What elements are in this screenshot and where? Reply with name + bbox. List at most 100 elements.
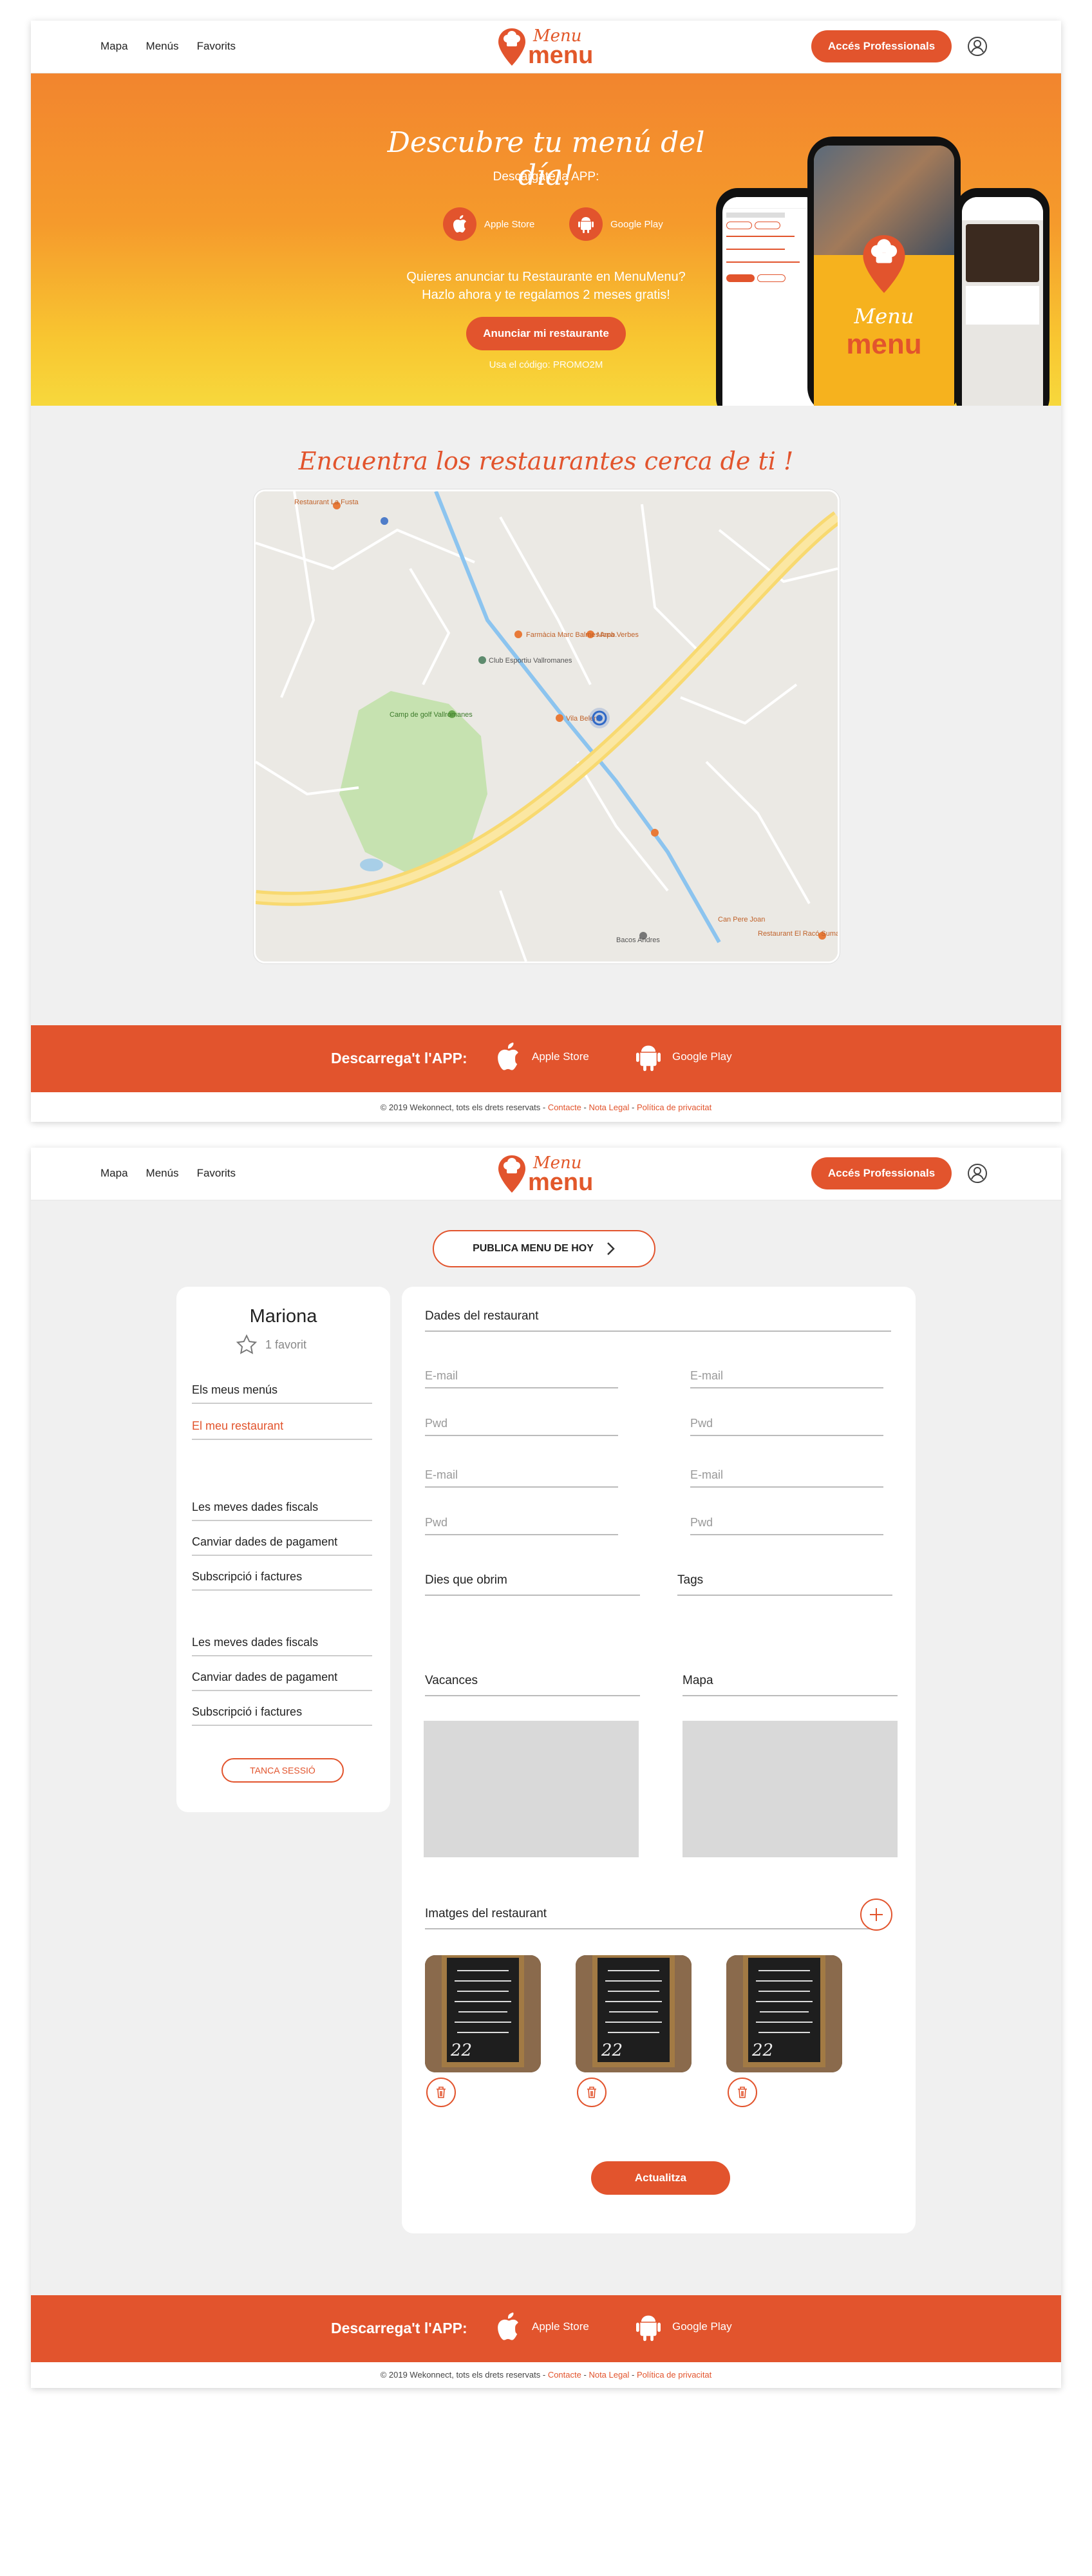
- user-name: Mariona: [249, 1306, 317, 1327]
- add-image-button[interactable]: [860, 1899, 892, 1931]
- pro-access-button[interactable]: Accés Professionals: [811, 30, 952, 62]
- menumenu-logo[interactable]: Menu menu: [497, 1151, 603, 1198]
- privacy-policy-link[interactable]: Política de privacitat: [637, 2370, 711, 2380]
- top-nav: Mapa Menús Favorits Menu menu Accés Prof…: [31, 1148, 1061, 1200]
- app-logo-bottom: menu: [846, 328, 922, 360]
- hero-google-play[interactable]: Google Play: [569, 207, 663, 241]
- vacations-calendar-placeholder[interactable]: [424, 1721, 639, 1857]
- contact-link[interactable]: Contacte: [548, 1103, 581, 1112]
- map-section: Encuentra los restaurantes cerca de ti !: [31, 406, 1061, 1025]
- pwd-field-2[interactable]: Pwd: [690, 1408, 883, 1436]
- svg-text:22: 22: [751, 2041, 773, 2060]
- home-page: Mapa Menús Favorits Menu menu Accés Prof…: [31, 21, 1061, 1122]
- phone-mockup-right: [956, 188, 1050, 406]
- privacy-policy-link[interactable]: Política de privacitat: [637, 1103, 711, 1112]
- app-download-footer: Descarrega't l'APP: Apple Store Google P…: [31, 1025, 1061, 1092]
- nav-menus[interactable]: Menús: [146, 40, 179, 53]
- sidebar-item-my-menus[interactable]: Els meus menús: [192, 1370, 372, 1404]
- nav-mapa[interactable]: Mapa: [100, 1167, 128, 1180]
- star-icon: [236, 1334, 258, 1354]
- delete-image-button-1[interactable]: [426, 2078, 456, 2107]
- favorites-count[interactable]: 1 favorit: [236, 1334, 306, 1355]
- trash-icon: [587, 2087, 596, 2098]
- pro-access-button[interactable]: Accés Professionals: [811, 1157, 952, 1189]
- user-icon[interactable]: [967, 1163, 988, 1184]
- opening-days-field[interactable]: Dies que obrim: [425, 1567, 640, 1596]
- apple-icon: [453, 215, 466, 232]
- legal-note-link[interactable]: Nota Legal: [588, 2370, 629, 2380]
- copyright-line: © 2019 Wekonnect, tots els drets reserva…: [380, 2370, 712, 2380]
- vacations-label: Vacances: [425, 1668, 640, 1696]
- menumenu-logo[interactable]: Menu menu: [497, 24, 603, 71]
- delete-image-button-3[interactable]: [728, 2078, 757, 2107]
- phone-mockup-center: Menu menu: [807, 137, 961, 406]
- chalkboard-image: 22: [576, 1955, 692, 2072]
- map-label-0: Restaurant La Fusta: [294, 498, 359, 506]
- nav-menus[interactable]: Menús: [146, 1167, 179, 1180]
- svg-text:22: 22: [450, 2041, 472, 2060]
- apple-icon: [498, 1042, 518, 1070]
- restaurant-map[interactable]: Restaurant La Fusta Farmàcia Marc Balmes…: [254, 489, 840, 963]
- android-icon: [578, 217, 594, 233]
- sidebar-item-fiscal-data-2[interactable]: Les meves dades fiscals: [192, 1623, 372, 1656]
- legal-note-link[interactable]: Nota Legal: [588, 1103, 629, 1112]
- plus-icon: [870, 1908, 883, 1921]
- contact-link[interactable]: Contacte: [548, 2370, 581, 2380]
- restaurant-data-heading: Dades del restaurant: [425, 1303, 891, 1332]
- pwd-field-4[interactable]: Pwd: [690, 1507, 883, 1535]
- logo-text-bottom: menu: [528, 1169, 594, 1196]
- email-field-4[interactable]: E-mail: [690, 1459, 883, 1488]
- footer-download-label: Descarrega't l'APP:: [331, 2320, 467, 2336]
- sidebar-item-payment-data[interactable]: Canviar dades de pagament: [192, 1522, 372, 1556]
- sidebar-item-fiscal-data[interactable]: Les meves dades fiscals: [192, 1488, 372, 1521]
- email-field-2[interactable]: E-mail: [690, 1360, 883, 1388]
- copyright-line: © 2019 Wekonnect, tots els drets reserva…: [380, 1103, 712, 1112]
- hero-banner: Descubre tu menú del día! Descárgate la …: [31, 73, 1061, 406]
- restaurant-image-1[interactable]: 22: [425, 1955, 541, 2072]
- footer-google-play[interactable]: Google Play: [636, 2312, 732, 2342]
- publish-menu-button[interactable]: PUBLICA MENU DE HOY: [433, 1230, 655, 1267]
- images-heading: Imatges del restaurant: [425, 1901, 871, 1929]
- nav-favorits[interactable]: Favorits: [197, 1167, 236, 1180]
- user-icon[interactable]: [967, 36, 988, 57]
- nav-favorits[interactable]: Favorits: [197, 40, 236, 53]
- pwd-field-3[interactable]: Pwd: [425, 1507, 618, 1535]
- logout-button[interactable]: TANCA SESSIÓ: [221, 1758, 344, 1783]
- profile-body: PUBLICA MENU DE HOY Mariona 1 favorit El…: [31, 1200, 1061, 2295]
- map-label-8: Can Pere Joan: [718, 916, 765, 923]
- footer-apple-store[interactable]: Apple Store: [496, 1042, 589, 1072]
- hero-subtitle: Descárgate la APP:: [493, 170, 599, 184]
- nav-mapa[interactable]: Mapa: [100, 40, 128, 53]
- map-section-title: Encuentra los restaurantes cerca de ti !: [298, 447, 794, 475]
- footer-google-play[interactable]: Google Play: [636, 1042, 732, 1072]
- apple-icon: [498, 2312, 518, 2340]
- sidebar-item-payment-data-2[interactable]: Canviar dades de pagament: [192, 1658, 372, 1691]
- map-label-7: Bacos Andres: [616, 936, 660, 944]
- advertise-restaurant-button[interactable]: Anunciar mi restaurante: [466, 317, 626, 350]
- svg-text:22: 22: [601, 2041, 623, 2060]
- hero-promo-text: Quieres anunciar tu Restaurante en MenuM…: [406, 270, 686, 302]
- sidebar-item-my-restaurant[interactable]: El meu restaurant: [192, 1406, 372, 1440]
- sidebar-item-subscription-2[interactable]: Subscripció i factures: [192, 1692, 372, 1726]
- delete-image-button-2[interactable]: [577, 2078, 607, 2107]
- pin-chef-icon: [498, 1155, 525, 1193]
- email-field-3[interactable]: E-mail: [425, 1459, 618, 1488]
- map-label-9: Restaurant El Racó Sumadors: [758, 930, 838, 938]
- current-location-icon[interactable]: [589, 708, 610, 728]
- map-placeholder[interactable]: [682, 1721, 898, 1857]
- pwd-field-1[interactable]: Pwd: [425, 1408, 618, 1436]
- restaurant-image-2[interactable]: 22: [576, 1955, 692, 2072]
- map-label-3: Mapa Verbes: [597, 631, 639, 639]
- map-canvas[interactable]: Restaurant La Fusta Farmàcia Marc Balmes…: [256, 491, 838, 961]
- update-button[interactable]: Actualitza: [591, 2161, 730, 2195]
- logo-text-bottom: menu: [528, 42, 594, 69]
- sidebar-item-subscription[interactable]: Subscripció i factures: [192, 1557, 372, 1591]
- email-field-1[interactable]: E-mail: [425, 1360, 618, 1388]
- map-label-4: Club Esportiu Vallromanes: [489, 657, 572, 665]
- footer-apple-store[interactable]: Apple Store: [496, 2312, 589, 2342]
- tags-field[interactable]: Tags: [677, 1567, 892, 1596]
- chalkboard-image: 22: [425, 1955, 541, 2072]
- android-icon: [636, 2315, 661, 2342]
- hero-apple-store[interactable]: Apple Store: [443, 207, 534, 241]
- restaurant-image-3[interactable]: 22: [726, 1955, 842, 2072]
